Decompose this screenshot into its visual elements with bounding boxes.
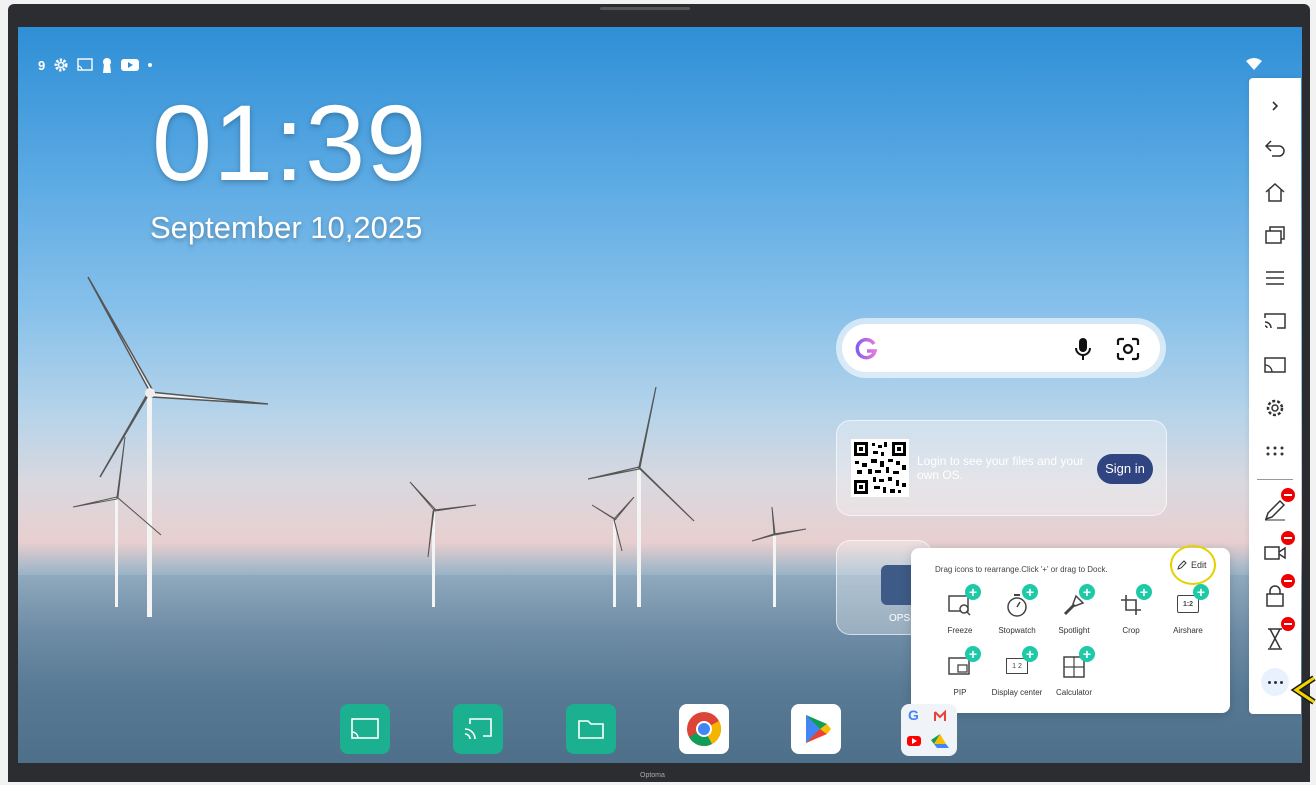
add-calculator-button[interactable]: + — [1079, 646, 1095, 662]
sign-in-button[interactable]: Sign in — [1097, 454, 1153, 484]
whiteboard-app[interactable] — [340, 704, 390, 754]
collapse-icon[interactable] — [1261, 92, 1289, 120]
cast-icon[interactable] — [77, 58, 93, 72]
file-manager-app[interactable] — [566, 704, 616, 754]
search-bar[interactable] — [842, 324, 1160, 372]
tool-stopwatch[interactable]: + Stopwatch — [984, 584, 1044, 648]
cast-screen-icon[interactable] — [1261, 308, 1289, 336]
keyhole-icon[interactable] — [101, 57, 113, 73]
play-store-app[interactable] — [791, 704, 841, 754]
tool-display-center[interactable]: 1 2 + Display center — [984, 646, 1044, 710]
lens-icon[interactable] — [1116, 337, 1140, 361]
tools-panel: Drag icons to rearrange.Click '+' or dra… — [911, 545, 1230, 713]
video-icon[interactable] — [1261, 531, 1295, 567]
remove-video-badge[interactable] — [1281, 531, 1295, 545]
edit-button[interactable]: Edit — [1177, 560, 1207, 570]
brand-logo: Optoma — [640, 772, 665, 779]
add-stopwatch-button[interactable]: + — [1022, 584, 1038, 600]
tool-crop[interactable]: + Crop — [1098, 584, 1158, 648]
hourglass-icon[interactable] — [1261, 617, 1295, 653]
chrome-app[interactable] — [679, 704, 729, 754]
search-widget[interactable] — [836, 318, 1166, 378]
settings-icon[interactable] — [1261, 394, 1289, 422]
wind-turbine — [409, 481, 477, 607]
add-display-center-button[interactable]: + — [1022, 646, 1038, 662]
more-icon[interactable] — [1261, 668, 1289, 696]
pencil-icon — [1177, 560, 1187, 570]
google-g-icon — [855, 337, 878, 360]
tool-spotlight[interactable]: + Spotlight — [1041, 584, 1101, 648]
home-icon[interactable] — [1261, 178, 1289, 206]
svg-text:G: G — [908, 707, 919, 723]
pointer-arrow-icon — [1290, 675, 1316, 705]
google-folder-app[interactable]: G — [901, 704, 957, 756]
wifi-icon[interactable] — [1246, 57, 1262, 71]
sidebar-divider — [1257, 479, 1293, 480]
tool-pip[interactable]: + PIP — [927, 646, 987, 710]
screen-cast-app[interactable] — [453, 704, 503, 754]
back-icon[interactable] — [1261, 134, 1289, 162]
pen-icon[interactable] — [1261, 488, 1295, 524]
lock-icon[interactable] — [1261, 574, 1295, 610]
side-toolbar — [1249, 78, 1301, 714]
wind-turbine — [73, 436, 162, 607]
mic-icon[interactable] — [1074, 337, 1092, 361]
apps-grid-icon[interactable] — [1261, 437, 1289, 465]
add-freeze-button[interactable]: + — [965, 584, 981, 600]
qr-code[interactable] — [851, 439, 909, 497]
panel-hint: Drag icons to rearrange.Click '+' or dra… — [935, 565, 1108, 574]
gear-icon[interactable] — [53, 57, 69, 73]
dot-icon — [148, 63, 153, 67]
clock-date: September 10,2025 — [150, 210, 423, 245]
screen-share-icon[interactable] — [1261, 351, 1289, 379]
youtube-icon[interactable] — [121, 58, 140, 72]
add-spotlight-button[interactable]: + — [1079, 584, 1095, 600]
status-bar: 9 — [38, 57, 153, 73]
ops-label: OPS — [889, 613, 911, 624]
windows-icon[interactable] — [1261, 221, 1289, 249]
login-widget: Login to see your files and your own OS.… — [836, 420, 1167, 516]
tool-calculator[interactable]: + Calculator — [1041, 646, 1101, 710]
menu-icon[interactable] — [1261, 264, 1289, 292]
add-pip-button[interactable]: + — [965, 646, 981, 662]
tool-airshare[interactable]: 1:2 + Airshare — [1155, 584, 1215, 648]
add-airshare-button[interactable]: + — [1193, 584, 1209, 600]
tool-label: Calculator — [1055, 688, 1092, 697]
add-crop-button[interactable]: + — [1136, 584, 1152, 600]
wind-turbine — [751, 507, 807, 607]
edit-label: Edit — [1191, 560, 1207, 570]
login-prompt: Login to see your files and your own OS. — [917, 454, 1084, 482]
remove-pen-badge[interactable] — [1281, 488, 1295, 502]
clock-time: 01:39 — [152, 82, 428, 203]
status-notification-count: 9 — [38, 57, 46, 73]
bezel-camera — [600, 7, 690, 10]
remove-lock-badge[interactable] — [1281, 574, 1295, 588]
tool-label: Airshare — [1173, 626, 1203, 635]
tool-freeze[interactable]: + Freeze — [927, 584, 987, 648]
remove-hourglass-badge[interactable] — [1281, 617, 1295, 631]
wind-turbine — [591, 497, 635, 607]
